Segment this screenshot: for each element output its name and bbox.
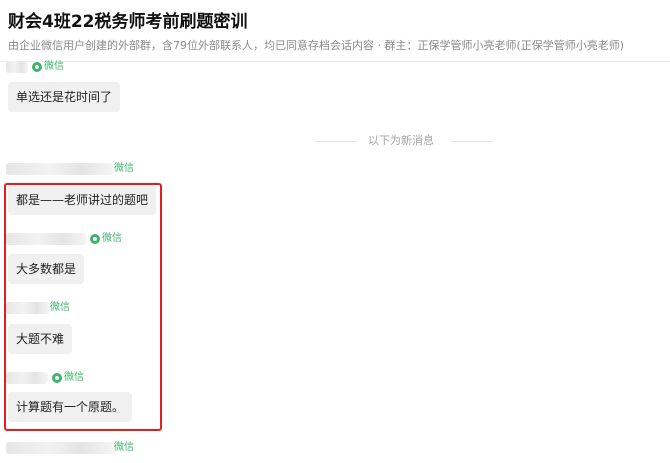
sender-name[interactable]: 微信	[6, 162, 134, 176]
group-title[interactable]: 财会4班22税务师考前刷题密训	[8, 7, 248, 32]
new-messages-divider: 以下为新消息	[316, 133, 492, 149]
message-bubble[interactable]: 单选还是花时间了	[8, 82, 121, 112]
header-divider	[0, 61, 670, 62]
blurred-name	[6, 163, 114, 175]
group-description: 由企业微信用户创建的外部群，含79位外部联系人，均已同意存档会话内容 · 群主：…	[8, 39, 625, 52]
new-messages-label: 以下为新消息	[368, 134, 434, 147]
chat-header: 财会4班22税务师考前刷题密训 由企业微信用户创建的外部群，含79位外部联系人，…	[0, 0, 670, 62]
sender-name[interactable]: 微信	[6, 441, 134, 455]
divider-line	[316, 141, 356, 142]
blurred-name	[6, 61, 28, 73]
highlight-box	[4, 183, 162, 431]
blurred-name	[6, 442, 114, 454]
wechat-tag: 微信	[114, 163, 134, 174]
divider-line	[452, 141, 492, 142]
wechat-tag: 微信	[114, 442, 134, 453]
sender-name[interactable]: 微信	[6, 60, 64, 74]
wechat-icon	[32, 62, 42, 72]
wechat-tag: 微信	[44, 61, 64, 72]
